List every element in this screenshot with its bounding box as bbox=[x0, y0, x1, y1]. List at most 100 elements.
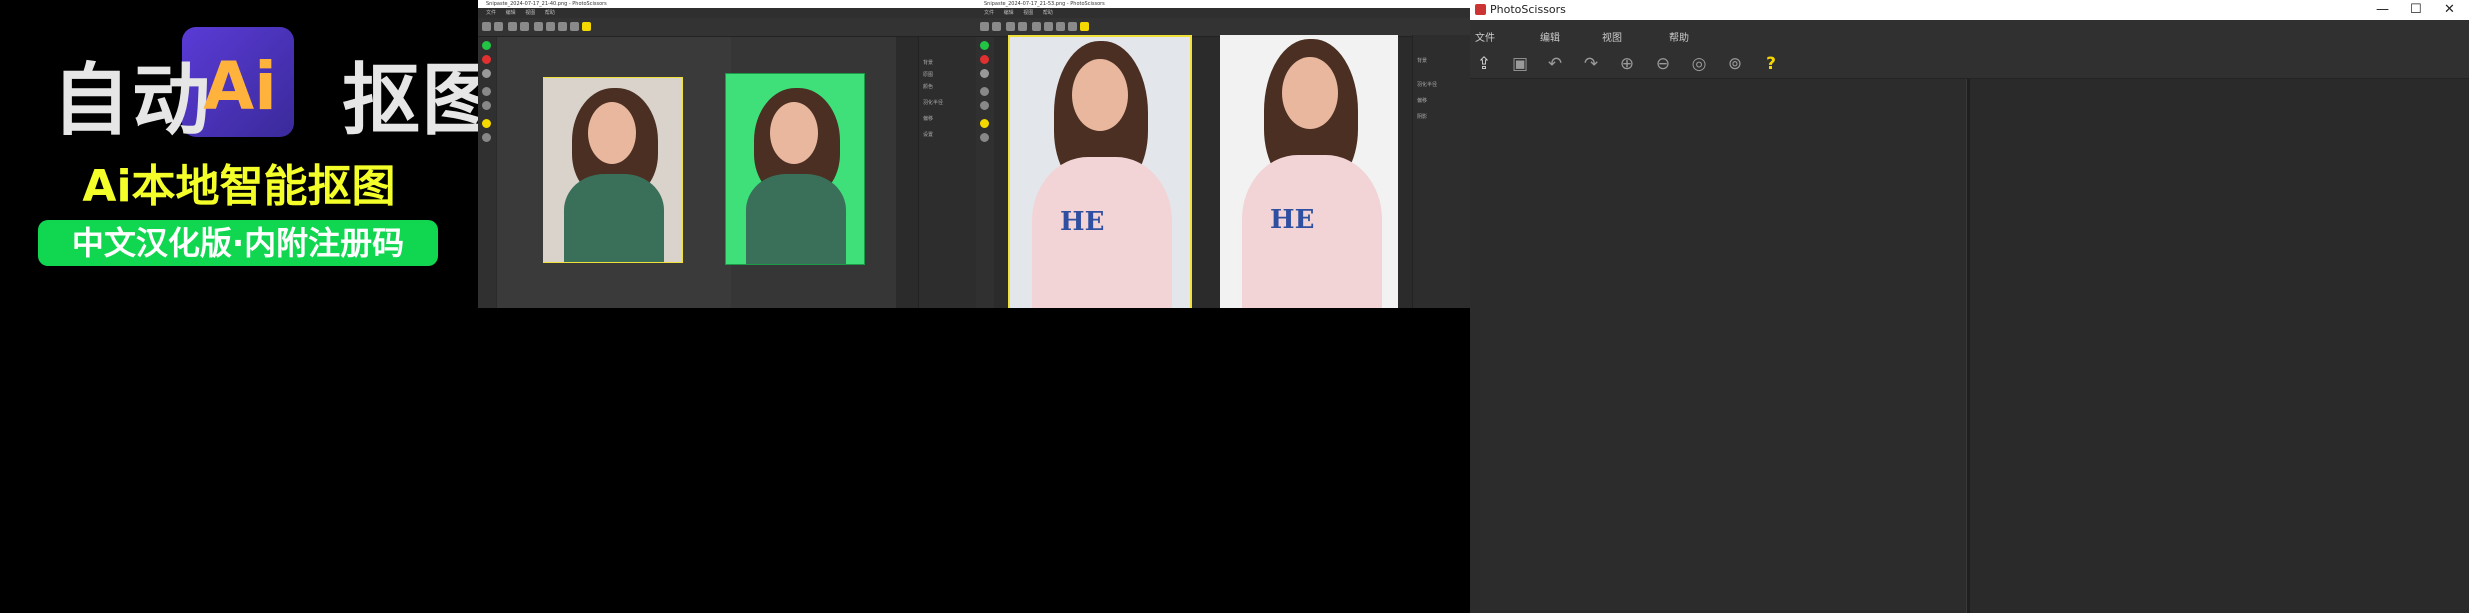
panel-label-background: 背景 bbox=[923, 60, 934, 66]
undo-icon[interactable] bbox=[508, 22, 517, 31]
undo-icon[interactable]: ↶ bbox=[1545, 54, 1565, 74]
main-workspace bbox=[1470, 79, 2469, 613]
window-1-left-tools bbox=[478, 37, 496, 308]
save-icon[interactable] bbox=[992, 22, 1001, 31]
result-image-pane[interactable] bbox=[1970, 79, 2469, 613]
panel-label-feather: 羽化半径 bbox=[1417, 82, 1438, 88]
menu-view[interactable]: 视图 bbox=[1023, 10, 1033, 16]
zoom-fit-icon[interactable] bbox=[1068, 22, 1077, 31]
menu-file[interactable]: 文件 bbox=[486, 10, 496, 16]
promo-subtitle: Ai本地智能抠图 bbox=[82, 161, 396, 212]
remove-marker-icon[interactable] bbox=[980, 55, 989, 64]
photoscissors-window-2: Snipaste_2024-07-17_21-53.png - PhotoSci… bbox=[976, 0, 1470, 308]
zoom-fit-icon[interactable] bbox=[570, 22, 579, 31]
window-2-settings-panel: 背景 羽化半径 偏移 阴影 bbox=[1412, 35, 1470, 308]
window-1-menubar: 文件 编辑 视图 帮助 bbox=[478, 8, 976, 18]
color-picker-icon[interactable] bbox=[482, 119, 491, 128]
panel-label-offset: 偏移 bbox=[923, 116, 934, 122]
window-2-menubar: 文件 编辑 视图 帮助 bbox=[976, 8, 1470, 18]
main-window-title: PhotoScissors bbox=[1490, 3, 1566, 16]
menu-help[interactable]: 帮助 bbox=[1669, 29, 1689, 44]
promo-pill: 中文汉化版·内附注册码 bbox=[38, 220, 438, 266]
maximize-icon[interactable]: ☐ bbox=[2410, 2, 2422, 17]
auto-mode-icon[interactable] bbox=[482, 87, 491, 96]
zoom-actual-icon[interactable]: ◎ bbox=[1689, 54, 1709, 74]
result-photo bbox=[725, 73, 865, 265]
shirt-print: HE bbox=[1270, 205, 1315, 235]
pan-icon[interactable] bbox=[980, 133, 989, 142]
zoom-actual-icon[interactable] bbox=[1056, 22, 1065, 31]
remove-marker-icon[interactable] bbox=[482, 55, 491, 64]
menu-file[interactable]: 文件 bbox=[984, 10, 994, 16]
window-1-settings-panel: 背景 原图 颜色 羽化半径 偏移 设置 bbox=[918, 37, 976, 308]
shirt-print: HE bbox=[1060, 207, 1105, 237]
eraser-icon[interactable] bbox=[482, 69, 491, 78]
auto-mode-icon[interactable] bbox=[980, 87, 989, 96]
window-2-titlebar: Snipaste_2024-07-17_21-53.png - PhotoSci… bbox=[976, 0, 1470, 8]
zoom-actual-icon[interactable] bbox=[558, 22, 567, 31]
original-photo bbox=[543, 77, 683, 263]
app-logo-icon bbox=[1475, 4, 1486, 15]
promo-banner: 自动 抠图 Ai Ai本地智能抠图 中文汉化版·内附注册码 bbox=[0, 0, 500, 300]
promo-pill-text: 中文汉化版·内附注册码 bbox=[71, 224, 405, 262]
main-toolbar: ⇪ ▣ ↶ ↷ ⊕ ⊖ ◎ ⊚ ? bbox=[1470, 52, 2469, 79]
promo-title-left: 自动 bbox=[52, 56, 213, 146]
help-icon[interactable] bbox=[582, 22, 591, 31]
window-2-canvas-result[interactable]: HE bbox=[1220, 35, 1398, 308]
zoom-in-icon[interactable]: ⊕ bbox=[1617, 54, 1637, 74]
menu-help[interactable]: 帮助 bbox=[1043, 10, 1053, 16]
save-icon[interactable]: ▣ bbox=[1510, 54, 1530, 74]
window-1-title: Snipaste_2024-07-17_21-40.png - PhotoSci… bbox=[486, 1, 607, 7]
open-icon[interactable] bbox=[482, 22, 491, 31]
main-menubar: 文件 编辑 视图 帮助 bbox=[1470, 20, 2469, 53]
close-icon[interactable]: ✕ bbox=[2444, 2, 2455, 17]
zoom-in-icon[interactable] bbox=[534, 22, 543, 31]
window-2-left-tools bbox=[976, 37, 994, 308]
panel-label-original: 原图 bbox=[923, 72, 934, 78]
window-2-canvas-original[interactable]: HE bbox=[1008, 35, 1192, 308]
help-icon[interactable] bbox=[1080, 22, 1089, 31]
zoom-out-icon[interactable] bbox=[1044, 22, 1053, 31]
color-picker-icon[interactable] bbox=[980, 119, 989, 128]
menu-file[interactable]: 文件 bbox=[1475, 29, 1495, 44]
redo-icon[interactable]: ↷ bbox=[1581, 54, 1601, 74]
panel-label-color: 颜色 bbox=[923, 84, 934, 90]
window-1-titlebar: Snipaste_2024-07-17_21-40.png - PhotoSci… bbox=[478, 0, 976, 8]
help-icon[interactable]: ? bbox=[1761, 54, 1781, 74]
redo-icon[interactable] bbox=[1018, 22, 1027, 31]
redo-icon[interactable] bbox=[520, 22, 529, 31]
eraser-icon[interactable] bbox=[980, 69, 989, 78]
panel-label-background: 背景 bbox=[1417, 58, 1428, 64]
minimize-icon[interactable]: — bbox=[2376, 2, 2389, 17]
menu-view[interactable]: 视图 bbox=[525, 10, 535, 16]
open-icon[interactable]: ⇪ bbox=[1474, 54, 1494, 74]
open-icon[interactable] bbox=[980, 22, 989, 31]
zoom-fit-icon[interactable]: ⊚ bbox=[1725, 54, 1745, 74]
keep-marker-icon[interactable] bbox=[980, 41, 989, 50]
menu-edit[interactable]: 编辑 bbox=[1004, 10, 1014, 16]
keep-marker-icon[interactable] bbox=[482, 41, 491, 50]
zoom-out-icon[interactable] bbox=[546, 22, 555, 31]
panel-label-feather: 羽化半径 bbox=[923, 100, 944, 106]
panel-label-shadow: 阴影 bbox=[1417, 114, 1428, 120]
menu-edit[interactable]: 编辑 bbox=[506, 10, 516, 16]
menu-view[interactable]: 视图 bbox=[1602, 29, 1622, 44]
panel-label-settings: 设置 bbox=[923, 132, 934, 138]
menu-edit[interactable]: 编辑 bbox=[1540, 29, 1560, 44]
menu-help[interactable]: 帮助 bbox=[545, 10, 555, 16]
window-1-toolbar bbox=[478, 18, 976, 37]
manual-mode-icon[interactable] bbox=[482, 101, 491, 110]
original-image-pane[interactable] bbox=[1470, 79, 1966, 613]
main-titlebar: PhotoScissors — ☐ ✕ bbox=[1470, 0, 2469, 20]
pan-icon[interactable] bbox=[482, 133, 491, 142]
window-2-title: Snipaste_2024-07-17_21-53.png - PhotoSci… bbox=[984, 1, 1105, 7]
window-1-canvas-result[interactable] bbox=[725, 37, 896, 308]
manual-mode-icon[interactable] bbox=[980, 101, 989, 110]
undo-icon[interactable] bbox=[1006, 22, 1015, 31]
zoom-out-icon[interactable]: ⊖ bbox=[1653, 54, 1673, 74]
ai-badge-text: Ai bbox=[203, 48, 277, 125]
save-icon[interactable] bbox=[494, 22, 503, 31]
panel-label-offset: 偏移 bbox=[1417, 98, 1428, 104]
zoom-in-icon[interactable] bbox=[1032, 22, 1041, 31]
photoscissors-window-1: Snipaste_2024-07-17_21-40.png - PhotoSci… bbox=[478, 0, 976, 308]
